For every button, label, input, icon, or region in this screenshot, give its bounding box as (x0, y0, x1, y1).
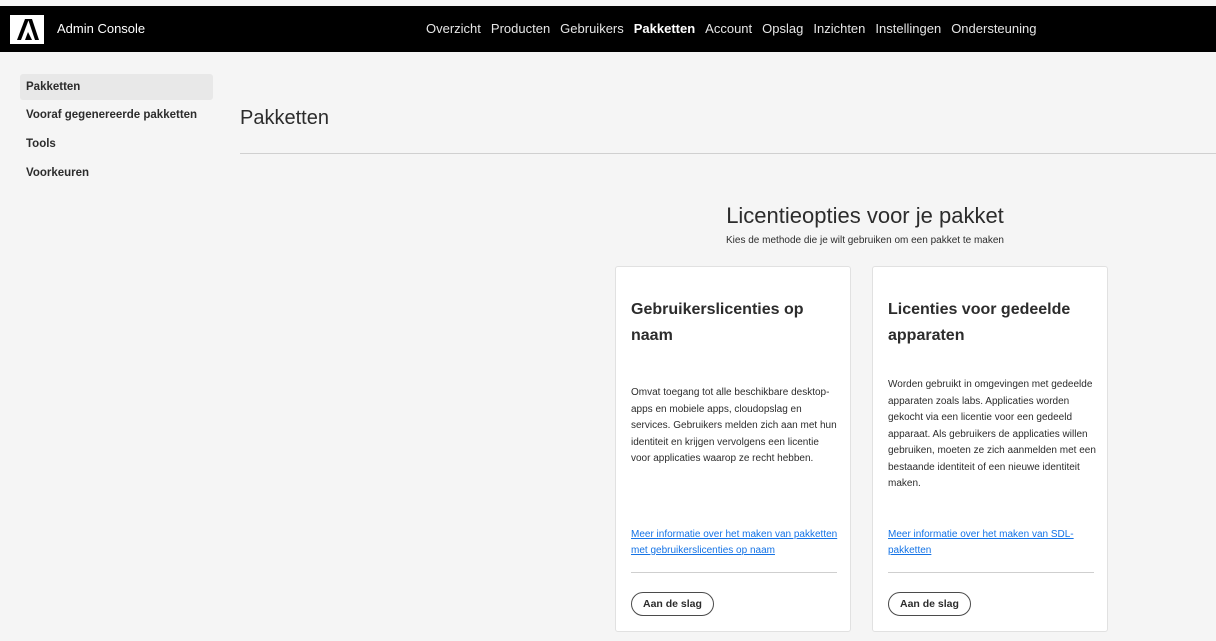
page-title: Pakketten (240, 107, 329, 130)
app-title[interactable]: Admin Console (57, 21, 145, 36)
shared-device-license-card: Licenties voor gedeelde apparaten Worden… (872, 266, 1108, 632)
nav-item-pakketten[interactable]: Pakketten (634, 21, 695, 36)
sidebar-item-tools[interactable]: Tools (20, 131, 213, 158)
nav-item-overzicht[interactable]: Overzicht (426, 21, 481, 36)
card-description: Omvat toegang tot alle beschikbare deskt… (631, 387, 837, 464)
top-header: Admin Console Overzicht Producten Gebrui… (0, 6, 1216, 52)
get-started-button[interactable]: Aan de slag (888, 592, 971, 616)
nav-item-producten[interactable]: Producten (491, 21, 550, 36)
nav-item-instellingen[interactable]: Instellingen (875, 21, 941, 36)
learn-more-link[interactable]: Meer informatie over het maken van SDL-p… (888, 527, 1098, 559)
top-nav: Overzicht Producten Gebruikers Pakketten… (426, 21, 1046, 36)
card-title: Licenties voor gedeelde apparaten (888, 301, 1071, 344)
nav-item-gebruikers[interactable]: Gebruikers (560, 21, 624, 36)
nav-item-opslag[interactable]: Opslag (762, 21, 803, 36)
get-started-button[interactable]: Aan de slag (631, 592, 714, 616)
nav-item-account[interactable]: Account (705, 21, 752, 36)
sidebar-item-voorkeuren[interactable]: Voorkeuren (20, 160, 213, 187)
divider (240, 153, 1216, 154)
divider (631, 572, 837, 573)
sidebar-item-vooraf-gegenereerde-pakketten[interactable]: Vooraf gegenereerde pakketten (20, 102, 213, 129)
card-title: Gebruikerslicenties op naam (631, 301, 804, 344)
learn-more-link[interactable]: Meer informatie over het maken van pakke… (631, 527, 841, 559)
sidebar: Pakketten Vooraf gegenereerde pakketten … (20, 74, 213, 189)
sidebar-item-pakketten[interactable]: Pakketten (20, 74, 213, 100)
license-options-title: Licentieopties voor je pakket (726, 203, 1004, 228)
nav-item-inzichten[interactable]: Inzichten (813, 21, 865, 36)
adobe-logo-icon[interactable] (10, 15, 44, 44)
divider (888, 572, 1094, 573)
named-user-license-card: Gebruikerslicenties op naam Omvat toegan… (615, 266, 851, 632)
nav-item-ondersteuning[interactable]: Ondersteuning (951, 21, 1036, 36)
card-description: Worden gebruikt in omgevingen met gedeel… (888, 379, 1096, 489)
license-options-subtitle: Kies de methode die je wilt gebruiken om… (726, 235, 1004, 246)
